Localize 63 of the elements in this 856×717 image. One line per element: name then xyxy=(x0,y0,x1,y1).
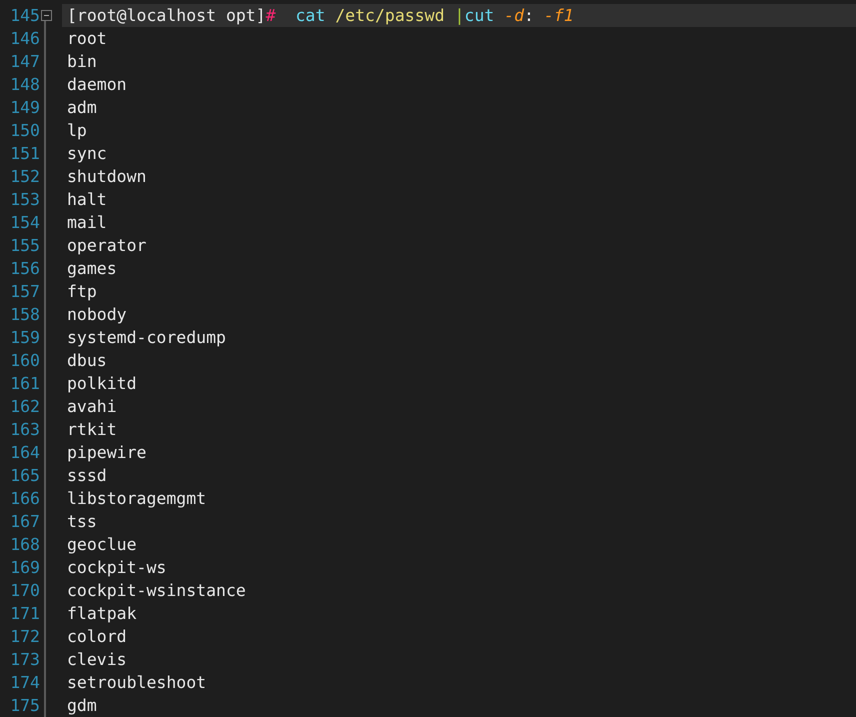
line-number: 145 xyxy=(10,5,40,27)
output-line: sync xyxy=(67,143,107,165)
line-number: 167 xyxy=(10,511,40,533)
line-number: 169 xyxy=(10,557,40,579)
line-number: 165 xyxy=(10,465,40,487)
output-line: geoclue xyxy=(67,534,137,556)
line-number: 175 xyxy=(10,695,40,717)
line-number: 172 xyxy=(10,626,40,648)
line-number: 151 xyxy=(10,143,40,165)
line-number: 146 xyxy=(10,28,40,50)
output-line: systemd-coredump xyxy=(67,327,226,349)
output-line: cockpit-wsinstance xyxy=(67,580,246,602)
output-line: nobody xyxy=(67,304,127,326)
command-line: [root@localhost opt]# cat /etc/passwd |cut -d: -f1 xyxy=(67,5,574,27)
output-line: avahi xyxy=(67,396,117,418)
output-line: lp xyxy=(67,120,87,142)
line-number: 166 xyxy=(10,488,40,510)
output-line: dbus xyxy=(67,350,107,372)
line-number: 174 xyxy=(10,672,40,694)
line-number: 147 xyxy=(10,51,40,73)
output-line: games xyxy=(67,258,117,280)
output-line: gdm xyxy=(67,695,97,717)
line-number: 156 xyxy=(10,258,40,280)
line-number: 163 xyxy=(10,419,40,441)
output-line: polkitd xyxy=(67,373,137,395)
line-number: 155 xyxy=(10,235,40,257)
line-number: 148 xyxy=(10,74,40,96)
output-line: sssd xyxy=(67,465,107,487)
output-line: cockpit-ws xyxy=(67,557,166,579)
line-number: 157 xyxy=(10,281,40,303)
output-line: operator xyxy=(67,235,146,257)
fold-minus-icon[interactable] xyxy=(40,10,52,21)
line-number: 173 xyxy=(10,649,40,671)
line-number: 154 xyxy=(10,212,40,234)
line-number: 164 xyxy=(10,442,40,464)
output-line: mail xyxy=(67,212,107,234)
line-number: 159 xyxy=(10,327,40,349)
line-number: 158 xyxy=(10,304,40,326)
line-number: 153 xyxy=(10,189,40,211)
output-line: clevis xyxy=(67,649,127,671)
output-line: daemon xyxy=(67,74,127,96)
output-line: libstoragemgmt xyxy=(67,488,206,510)
output-line: setroubleshoot xyxy=(67,672,206,694)
output-line: halt xyxy=(67,189,107,211)
line-number: 149 xyxy=(10,97,40,119)
line-number: 152 xyxy=(10,166,40,188)
output-line: shutdown xyxy=(67,166,146,188)
line-number: 160 xyxy=(10,350,40,372)
output-line: flatpak xyxy=(67,603,137,625)
output-line: root xyxy=(67,28,107,50)
line-number: 170 xyxy=(10,580,40,602)
line-number: 171 xyxy=(10,603,40,625)
line-number: 162 xyxy=(10,396,40,418)
line-number: 168 xyxy=(10,534,40,556)
line-number: 161 xyxy=(10,373,40,395)
output-line: colord xyxy=(67,626,127,648)
output-line: rtkit xyxy=(67,419,117,441)
line-number: 150 xyxy=(10,120,40,142)
output-line: bin xyxy=(67,51,97,73)
output-line: adm xyxy=(67,97,97,119)
output-line: pipewire xyxy=(67,442,146,464)
output-line: ftp xyxy=(67,281,97,303)
output-line: tss xyxy=(67,511,97,533)
